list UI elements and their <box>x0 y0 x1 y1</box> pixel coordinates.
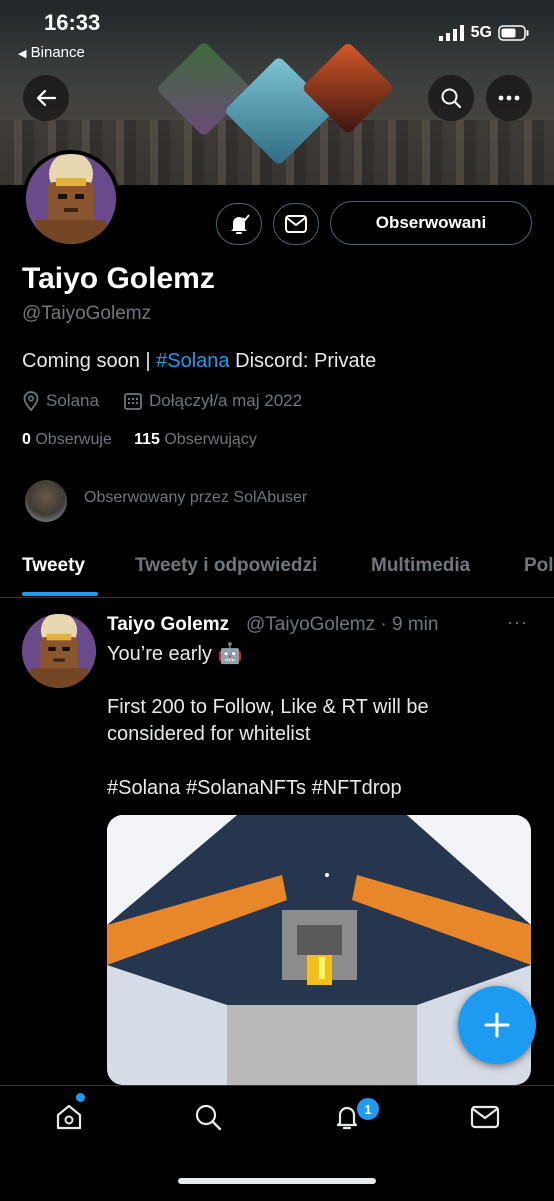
tab-tweets-replies[interactable]: Tweety i odpowiedzi <box>135 555 317 577</box>
active-tab-indicator <box>22 592 98 596</box>
joined-text: Dołączył/a maj 2022 <box>149 391 303 410</box>
follower-avatar[interactable] <box>25 480 67 522</box>
home-indicator <box>178 1178 376 1184</box>
profile-name: Taiyo Golemz <box>22 262 215 295</box>
location-row: Solana <box>22 391 99 411</box>
plus-icon <box>484 1012 510 1038</box>
compose-tweet-button[interactable] <box>458 986 536 1064</box>
following-label: Obserwuje <box>35 431 112 448</box>
status-indicators: 5G <box>438 24 530 42</box>
followed-by-text[interactable]: Obserwowany przez SolAbuser <box>84 489 307 507</box>
more-dots-icon <box>498 95 520 101</box>
calendar-icon <box>124 393 142 410</box>
tweet-text-line-1: You’re early 🤖 <box>107 643 243 665</box>
battery-icon <box>498 25 529 41</box>
tweet-text-line-2: First 200 to Follow, Like & RT will be <box>107 696 429 718</box>
tweet-text-line-3: considered for whitelist <box>107 723 311 745</box>
profile-avatar[interactable] <box>22 150 120 248</box>
search-icon <box>441 88 462 109</box>
notifications-toggle-button[interactable] <box>216 203 262 245</box>
tweet-hashtags[interactable]: #Solana #SolanaNFTs #NFTdrop <box>107 777 402 800</box>
profile-handle: @TaiyoGolemz <box>22 303 152 324</box>
back-app-label: Binance <box>30 44 85 61</box>
search-icon <box>195 1104 222 1131</box>
golem-avatar-art <box>22 614 96 688</box>
golem-avatar-art <box>26 154 116 244</box>
tabs-divider <box>0 597 554 598</box>
signal-icon <box>438 25 464 41</box>
notification-count-badge: 1 <box>355 1096 381 1122</box>
tweet-author-name[interactable]: Taiyo Golemz <box>107 614 229 636</box>
following-button[interactable]: Obserwowani <box>330 201 532 245</box>
status-time: 16:33 <box>44 10 101 35</box>
message-button[interactable] <box>273 203 319 245</box>
envelope-icon <box>285 215 307 233</box>
nav-messages[interactable] <box>468 1100 502 1134</box>
profile-bio: Coming soon | #Solana Discord: Private <box>22 350 376 373</box>
location-pin-icon <box>23 391 39 411</box>
search-button[interactable] <box>428 75 474 121</box>
back-triangle-icon: ◀ <box>18 48 27 60</box>
bio-text-start: Coming soon | <box>22 350 157 372</box>
tab-tweets[interactable]: Tweety <box>22 555 85 577</box>
location-text: Solana <box>46 391 99 410</box>
following-link[interactable]: 0 Obserwuje <box>22 431 112 448</box>
arrow-left-icon <box>36 89 57 107</box>
followers-label: Obserwujący <box>164 431 257 448</box>
home-icon <box>56 1104 82 1130</box>
back-button[interactable] <box>23 75 69 121</box>
network-label: 5G <box>470 24 492 41</box>
tweet-author-avatar[interactable] <box>22 614 96 688</box>
followers-link[interactable]: 115 Obserwujący <box>134 431 257 448</box>
tab-likes-partial[interactable]: Pol <box>524 555 554 577</box>
joined-row: Dołączył/a maj 2022 <box>123 391 302 411</box>
tab-media[interactable]: Multimedia <box>371 555 470 577</box>
following-count: 0 <box>22 431 31 448</box>
tweet-more-button[interactable]: ··· <box>507 612 528 633</box>
more-options-button[interactable] <box>486 75 532 121</box>
home-new-dot <box>76 1093 85 1102</box>
nav-home[interactable] <box>52 1100 86 1134</box>
tweet-author-handle-time: @TaiyoGolemz · 9 min <box>246 614 439 635</box>
bio-hashtag-link[interactable]: #Solana <box>156 350 229 372</box>
back-to-app-link[interactable]: ◀ Binance <box>18 44 85 61</box>
bio-text-end: Discord: Private <box>229 350 377 372</box>
nav-search[interactable] <box>191 1100 225 1134</box>
envelope-icon <box>470 1105 500 1129</box>
bell-check-icon <box>231 214 250 234</box>
followers-count: 115 <box>134 431 160 448</box>
follow-counts: 0 Obserwuje 115 Obserwujący <box>22 431 257 449</box>
